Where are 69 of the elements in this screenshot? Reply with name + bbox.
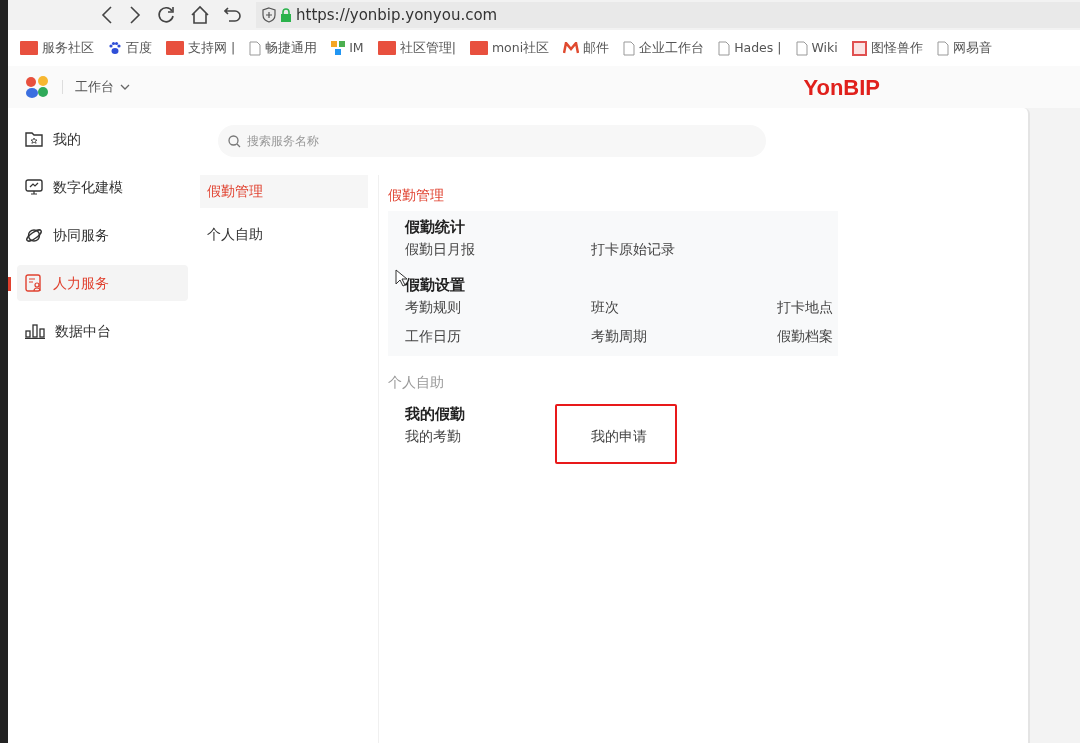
tiles-icon — [331, 41, 346, 55]
sidebar-item[interactable]: 数字化建模 — [17, 169, 188, 205]
address-bar[interactable]: https://yonbip.yonyou.com — [256, 2, 1080, 28]
sidebar-item[interactable]: 数据中台 — [17, 313, 188, 349]
bookmark-favicon-icon — [20, 41, 38, 55]
bookmark-link[interactable]: 支持网 | — [188, 38, 236, 58]
service-link[interactable]: 我的考勤 — [405, 425, 461, 447]
home-icon[interactable] — [190, 5, 210, 25]
bookmark-favicon-icon — [377, 41, 396, 55]
bookmark-link[interactable]: moni社区 — [491, 38, 550, 58]
page-icon — [795, 40, 808, 56]
bookmark-link[interactable]: Hades | — [734, 38, 782, 58]
service-link[interactable]: 考勤周期 — [591, 325, 647, 347]
brand-logo-text: YonBIP — [803, 73, 880, 102]
active-indicator — [8, 277, 11, 291]
bookmark-link[interactable]: 网易音 — [952, 38, 992, 58]
shield-icon — [262, 7, 276, 23]
bookmark-link[interactable]: 图怪兽作 — [870, 38, 923, 58]
reload-icon[interactable] — [156, 5, 176, 25]
category-item[interactable]: 个人自助 — [200, 218, 368, 251]
forward-icon[interactable] — [128, 6, 142, 24]
page-icon — [936, 40, 949, 56]
group-title: 假勤统计 — [405, 217, 466, 238]
bar-chart-icon — [25, 323, 45, 339]
back-icon[interactable] — [100, 6, 114, 24]
search-icon — [228, 135, 241, 148]
service-link[interactable]: 假勤日月报 — [405, 238, 475, 260]
bookmark-link[interactable]: 百度 — [126, 38, 152, 58]
paw-icon — [108, 41, 122, 55]
page-icon — [718, 40, 731, 56]
service-link[interactable]: 工作日历 — [405, 325, 461, 347]
workspace-dropdown[interactable]: 工作台 — [75, 77, 130, 97]
page-icon — [249, 40, 262, 56]
group-title: 我的假勤 — [405, 404, 466, 425]
monitor-icon — [25, 178, 43, 196]
bookmark-favicon-icon — [166, 41, 184, 55]
bookmark-link[interactable]: 社区管理| — [399, 38, 456, 58]
group-title: 假勤设置 — [405, 275, 466, 296]
sidebar-item[interactable]: 协同服务 — [17, 217, 188, 253]
picture-favicon-icon — [851, 40, 867, 56]
mail-logo-icon — [563, 42, 580, 54]
bookmark-link[interactable]: 畅捷通用 — [265, 38, 318, 58]
bookmark-link[interactable]: Wiki — [811, 38, 838, 58]
service-link[interactable]: 打卡原始记录 — [591, 238, 675, 260]
app-logo-icon — [24, 75, 50, 99]
bookmark-favicon-icon — [469, 41, 488, 55]
person-card-icon — [25, 274, 43, 292]
undo-icon[interactable] — [224, 6, 242, 24]
service-link[interactable]: 假勤档案 — [777, 325, 833, 347]
search-field[interactable]: 搜索服务名称 — [218, 125, 766, 157]
service-link[interactable]: 考勤规则 — [405, 296, 461, 318]
bookmark-link[interactable]: 服务社区 — [42, 38, 94, 58]
chevron-down-icon — [120, 84, 130, 90]
service-link[interactable]: 打卡地点 — [777, 296, 833, 318]
bookmark-link[interactable]: IM — [349, 38, 364, 58]
bookmark-link[interactable]: 邮件 — [583, 38, 610, 58]
url-text: https://yonbip.yonyou.com — [296, 4, 498, 26]
service-link[interactable]: 班次 — [591, 296, 619, 318]
planet-icon — [25, 226, 43, 244]
folder-icon — [25, 131, 43, 147]
service-link[interactable]: 我的申请 — [591, 425, 647, 447]
category-item[interactable]: 假勤管理 — [200, 175, 368, 208]
section-title: 个人自助 — [388, 373, 445, 392]
page-icon — [623, 40, 636, 56]
section-title: 假勤管理 — [388, 186, 445, 205]
sidebar-item[interactable]: 人力服务 — [17, 265, 188, 301]
lock-icon — [280, 8, 292, 22]
sidebar-item[interactable]: 我的 — [17, 121, 188, 157]
bookmark-link[interactable]: 企业工作台 — [639, 38, 705, 58]
